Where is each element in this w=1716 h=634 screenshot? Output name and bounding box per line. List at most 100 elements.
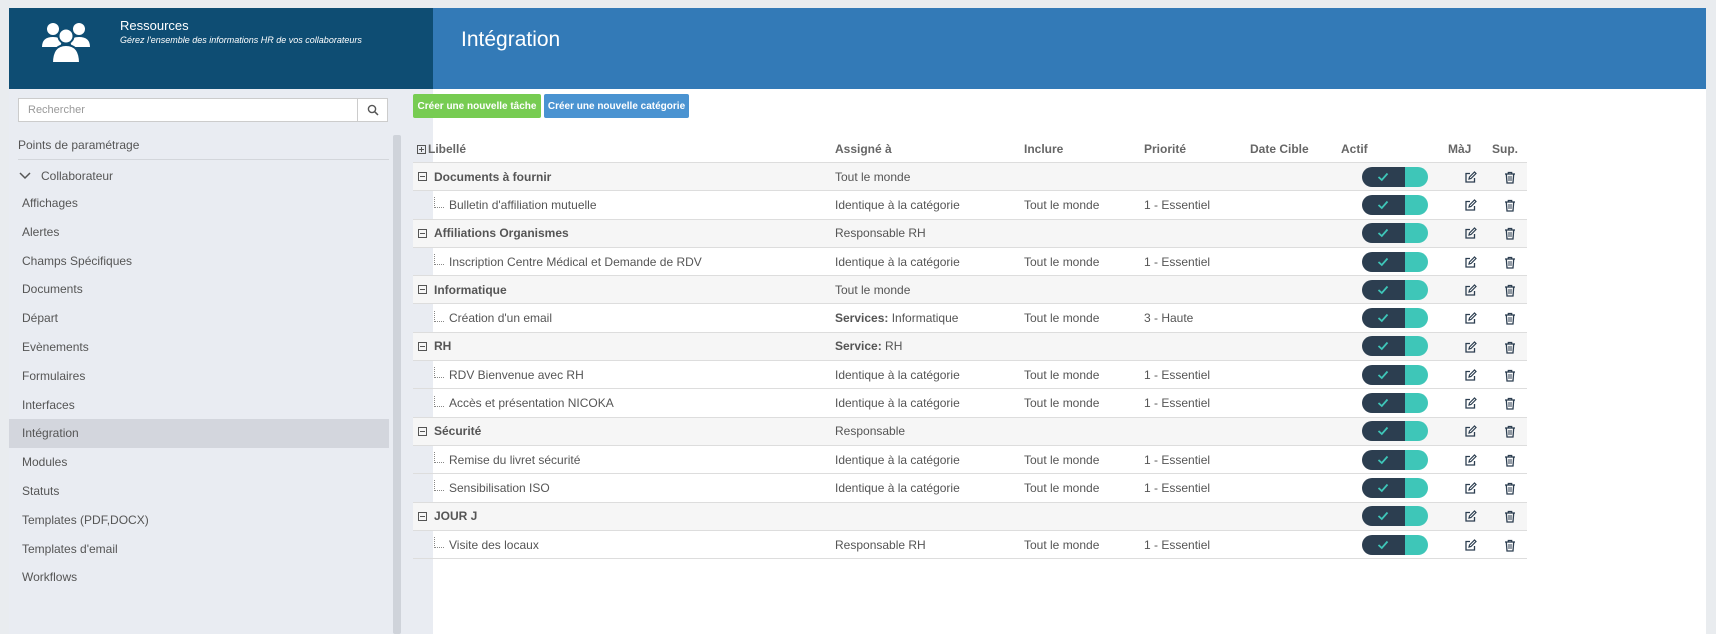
edit-icon[interactable] <box>1464 284 1477 297</box>
edit-button[interactable] <box>1448 502 1492 531</box>
column-header-libelle[interactable]: Libellé <box>413 136 835 163</box>
edit-button[interactable] <box>1448 219 1492 248</box>
active-toggle[interactable] <box>1361 364 1428 385</box>
edit-button[interactable] <box>1448 303 1492 333</box>
active-toggle[interactable] <box>1361 194 1428 215</box>
column-header-date-cible[interactable]: Date Cible <box>1250 136 1341 163</box>
column-header-actif[interactable]: Actif <box>1341 136 1448 163</box>
edit-icon[interactable] <box>1464 255 1477 269</box>
category-row[interactable]: JOUR J <box>413 502 1527 531</box>
edit-icon[interactable] <box>1464 227 1477 240</box>
active-toggle[interactable] <box>1361 336 1428 357</box>
edit-icon[interactable] <box>1464 199 1477 212</box>
sidebar-group-collaborateur[interactable]: Collaborateur <box>18 169 113 183</box>
edit-icon[interactable] <box>1464 312 1477 325</box>
edit-icon[interactable] <box>1464 369 1477 382</box>
trash-icon[interactable] <box>1504 341 1516 354</box>
sidebar-item[interactable]: Formulaires <box>9 362 389 391</box>
sidebar-item[interactable]: Intégration <box>9 419 389 449</box>
column-header-inclure[interactable]: Inclure <box>1024 136 1144 163</box>
sidebar-item[interactable]: Templates (PDF,DOCX) <box>9 506 389 535</box>
delete-button[interactable] <box>1492 190 1527 220</box>
trash-icon[interactable] <box>1504 539 1516 552</box>
edit-button[interactable] <box>1448 360 1492 390</box>
delete-button[interactable] <box>1492 162 1527 192</box>
sidebar-item[interactable]: Modules <box>9 448 389 477</box>
active-toggle[interactable] <box>1361 393 1428 414</box>
edit-button[interactable] <box>1448 275 1492 305</box>
sidebar-item[interactable]: Documents <box>9 275 389 304</box>
task-row[interactable]: Sensibilisation ISO Identique à la catégo… <box>413 473 1527 503</box>
trash-icon[interactable] <box>1504 510 1516 524</box>
active-toggle[interactable] <box>1361 477 1428 498</box>
sidebar-item[interactable]: Workflows <box>9 563 389 592</box>
trash-icon[interactable] <box>1504 482 1516 495</box>
active-toggle[interactable] <box>1361 279 1428 300</box>
category-row[interactable]: Affiliations Organismes Responsable RH <box>413 219 1527 248</box>
search-button[interactable] <box>357 99 387 121</box>
delete-button[interactable] <box>1492 247 1527 277</box>
active-toggle[interactable] <box>1361 449 1428 470</box>
delete-button[interactable] <box>1492 502 1527 531</box>
trash-icon[interactable] <box>1504 227 1516 241</box>
new-category-button[interactable]: Créer une nouvelle catégorie <box>544 94 689 118</box>
edit-button[interactable] <box>1448 162 1492 192</box>
column-header-priorite[interactable]: Priorité <box>1144 136 1250 163</box>
category-row[interactable]: RH Service: RH <box>413 332 1527 362</box>
edit-icon[interactable] <box>1464 340 1477 354</box>
search-input[interactable] <box>19 99 367 121</box>
trash-icon[interactable] <box>1504 454 1516 467</box>
task-row[interactable]: Visite des locaux Responsable RH Tout le m… <box>413 530 1527 560</box>
task-row[interactable]: Création d'un email Services: Informatiqu… <box>413 303 1527 333</box>
edit-button[interactable] <box>1448 388 1492 418</box>
active-toggle[interactable] <box>1361 166 1428 187</box>
plus-square-icon[interactable] <box>417 144 426 154</box>
sidebar-item[interactable]: Statuts <box>9 477 389 506</box>
active-toggle[interactable] <box>1361 421 1428 442</box>
edit-button[interactable] <box>1448 417 1492 446</box>
delete-button[interactable] <box>1492 417 1527 446</box>
active-toggle[interactable] <box>1361 223 1428 244</box>
minus-square-icon[interactable] <box>418 511 427 521</box>
active-toggle[interactable] <box>1361 534 1428 555</box>
minus-square-icon[interactable] <box>418 426 427 436</box>
task-row[interactable]: Bulletin d'affiliation mutuelle Identique… <box>413 190 1527 220</box>
sidebar-item[interactable]: Templates d'email <box>9 535 389 564</box>
active-toggle[interactable] <box>1361 506 1428 527</box>
active-toggle[interactable] <box>1361 308 1428 329</box>
edit-button[interactable] <box>1448 247 1492 277</box>
trash-icon[interactable] <box>1504 284 1516 297</box>
delete-button[interactable] <box>1492 360 1527 390</box>
edit-button[interactable] <box>1448 530 1492 560</box>
delete-button[interactable] <box>1492 303 1527 333</box>
delete-button[interactable] <box>1492 445 1527 475</box>
task-row[interactable]: Accès et présentation NICOKA Identique à … <box>413 388 1527 418</box>
delete-button[interactable] <box>1492 473 1527 503</box>
edit-icon[interactable] <box>1464 538 1477 552</box>
sidebar-scrollbar[interactable] <box>393 135 401 634</box>
edit-button[interactable] <box>1448 473 1492 503</box>
trash-icon[interactable] <box>1504 312 1516 325</box>
trash-icon[interactable] <box>1504 199 1516 212</box>
minus-square-icon[interactable] <box>418 228 427 238</box>
column-header-assigne[interactable]: Assigné à <box>835 136 1024 163</box>
trash-icon[interactable] <box>1504 397 1516 410</box>
category-row[interactable]: Documents à fournir Tout le monde <box>413 162 1527 192</box>
category-row[interactable]: Sécurité Responsable <box>413 417 1527 446</box>
sidebar-item[interactable]: Affichages <box>9 189 389 218</box>
category-row[interactable]: Informatique Tout le monde <box>413 275 1527 305</box>
delete-button[interactable] <box>1492 388 1527 418</box>
edit-icon[interactable] <box>1464 425 1477 438</box>
task-row[interactable]: Inscription Centre Médical et Demande de… <box>413 247 1527 277</box>
edit-button[interactable] <box>1448 332 1492 362</box>
task-row[interactable]: RDV Bienvenue avec RH Identique à la caté… <box>413 360 1527 390</box>
sidebar-item[interactable]: Champs Spécifiques <box>9 247 389 276</box>
edit-button[interactable] <box>1448 445 1492 475</box>
edit-icon[interactable] <box>1464 170 1477 184</box>
sidebar-item[interactable]: Alertes <box>9 218 389 247</box>
task-row[interactable]: Remise du livret sécurité Identique à la … <box>413 445 1527 475</box>
minus-square-icon[interactable] <box>418 285 427 295</box>
edit-button[interactable] <box>1448 190 1492 220</box>
trash-icon[interactable] <box>1504 425 1516 439</box>
minus-square-icon[interactable] <box>418 341 427 351</box>
